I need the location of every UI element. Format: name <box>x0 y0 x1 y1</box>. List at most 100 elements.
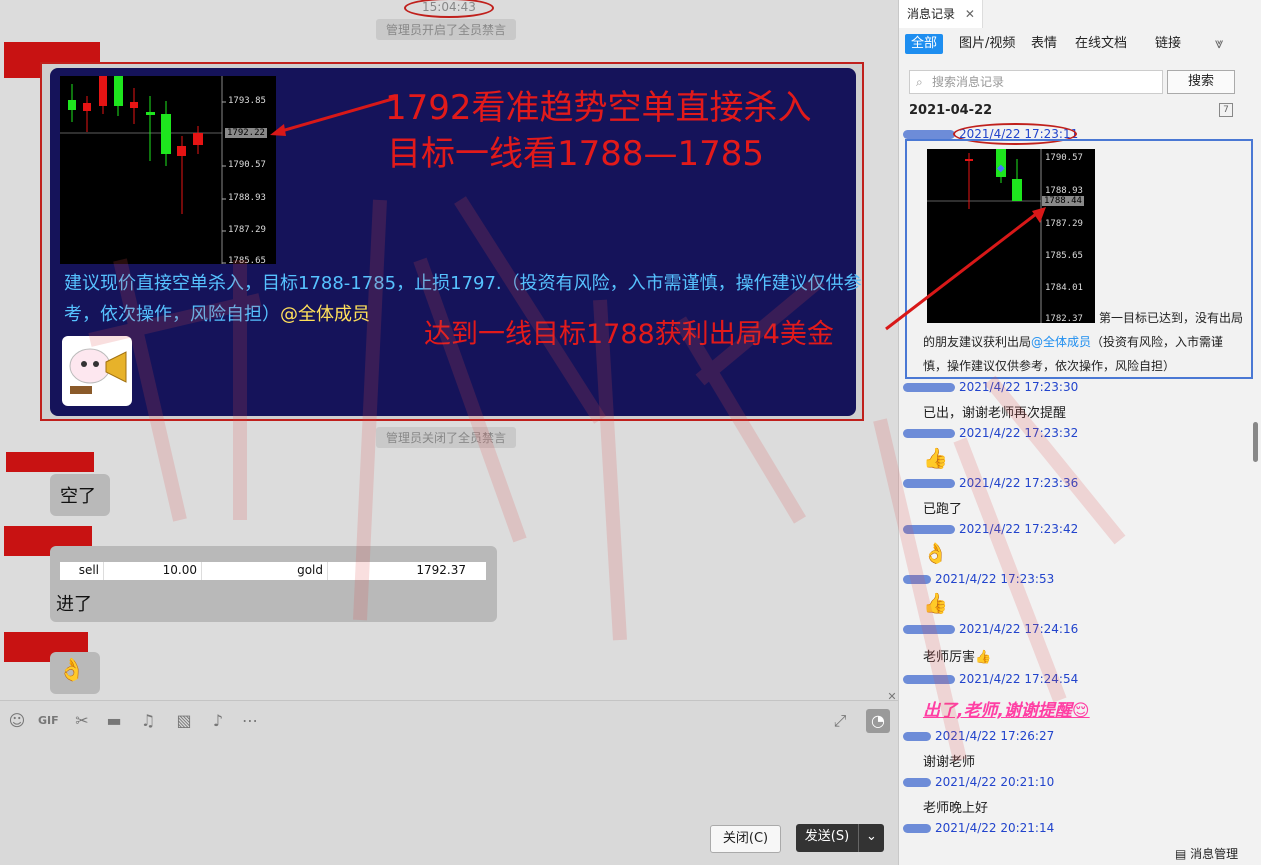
tab-message-history[interactable]: 消息记录 ✕ <box>899 0 983 28</box>
filter-docs[interactable]: 在线文档 <box>1069 34 1133 54</box>
history-entry-text: 已出，谢谢老师再次提醒 <box>923 406 1067 421</box>
history-entry-meta: 2021/4/22 17:24:54 <box>903 672 1078 686</box>
message-text: 进了 <box>56 594 92 615</box>
annotation-arrow-2 <box>885 207 1046 331</box>
chat-message-trade: sell 10.00 gold 1792.37 进了 <box>50 546 497 622</box>
entry-time: 2021/4/22 20:21:14 <box>935 821 1055 835</box>
price-label: 1788.93 <box>1045 186 1083 196</box>
history-entry-meta: 2021/4/22 17:23:36 <box>903 476 1078 490</box>
calendar-icon[interactable]: 7 <box>1219 103 1233 117</box>
history-search-input[interactable]: ⌕ 搜索消息记录 <box>909 70 1163 94</box>
history-search-button[interactable]: 搜索 <box>1167 70 1235 94</box>
filter-all[interactable]: 全部 <box>905 34 944 54</box>
message-history-panel: 消息记录 ✕ 全部 图片/视频 表情 在线文档 链接 ⩔ ⌕ 搜索消息记录 搜索… <box>898 0 1261 865</box>
close-tab-icon[interactable]: ✕ <box>965 7 975 21</box>
candle <box>114 76 123 106</box>
trade-order-row: sell 10.00 gold 1792.37 <box>60 562 486 580</box>
trade-side: sell <box>60 562 104 580</box>
teacher-message-bubble: 1793.85 1792.22 1790.57 1788.93 1787.29 … <box>50 68 862 416</box>
bell-icon[interactable]: ♪ <box>208 711 228 731</box>
history-entry-meta: 2021/4/22 20:21:14 <box>903 821 1054 835</box>
sender-name-redacted <box>6 452 94 472</box>
candle <box>68 100 76 110</box>
candle <box>146 112 155 115</box>
price-label: 1788.93 <box>228 193 266 203</box>
price-label: 1785.65 <box>228 256 266 264</box>
message-input[interactable]: 关闭(C) 发送(S) ⌄ <box>0 740 898 865</box>
thumbs-up-emoji: 👍 <box>923 446 948 470</box>
filter-media[interactable]: 图片/视频 <box>953 34 1021 54</box>
candlestick-chart-1[interactable]: 1793.85 1792.22 1790.57 1788.93 1787.29 … <box>60 76 276 264</box>
trade-lots: 10.00 <box>104 562 202 580</box>
search-icon: ⌕ <box>916 75 923 89</box>
price-label: 1790.57 <box>1045 153 1083 163</box>
entry-time: 2021/4/22 17:26:27 <box>935 729 1055 743</box>
at-all-mention[interactable]: @全体成员 <box>1031 335 1091 349</box>
chat-toolbar: ☺ GIF ✂ ▬ ♫ ▧ ♪ ⋯ ⤢ ◔ ✕ <box>0 690 898 740</box>
annotation-target: 目标一线看1788—1785 <box>387 134 765 174</box>
annotation-arrow-1 <box>270 96 397 136</box>
history-entry-meta: 2021/4/22 17:23:53 <box>903 572 1054 586</box>
image-icon[interactable]: ▧ <box>174 711 194 731</box>
scissors-icon[interactable]: ✂ <box>72 711 92 731</box>
ok-hand-emoji: 👌 <box>923 541 948 565</box>
annotation-profit: 达到一线目标1788获利出局4美金 <box>424 319 834 350</box>
svg-text:◆: ◆ <box>997 163 1005 174</box>
history-entry-text: 已跑了 <box>923 502 963 517</box>
candle <box>1012 179 1022 201</box>
message-text: 空了 <box>60 486 96 507</box>
cat-sticker-icon <box>69 348 127 394</box>
history-entry-text: 老师厉害👍 <box>923 650 992 665</box>
history-entry-meta: 2021/4/22 17:23:30 <box>903 380 1078 394</box>
filter-stickers[interactable]: 表情 <box>1025 34 1063 54</box>
ok-hand-emoji: 👌 <box>58 658 86 683</box>
filter-funnel-icon[interactable]: ⩔ <box>1215 34 1223 52</box>
candle <box>177 146 186 156</box>
candle <box>161 114 171 154</box>
time-highlight-ellipse <box>404 0 494 18</box>
price-label: 1784.01 <box>1045 283 1083 293</box>
current-price-label: 1792.22 <box>225 128 267 138</box>
trade-symbol: gold <box>202 562 328 580</box>
entry-time: 2021/4/22 20:21:10 <box>935 775 1055 789</box>
message-manage-button[interactable]: ▤ 消息管理 <box>1175 845 1238 862</box>
history-entry-text: 谢谢老师 <box>923 755 976 770</box>
candle <box>130 102 138 108</box>
sticker-cat-megaphone[interactable] <box>62 336 132 406</box>
history-clock-icon[interactable]: ◔ <box>866 709 890 733</box>
shake-icon[interactable]: ♫ <box>138 711 158 731</box>
history-entry-text: 老师晚上好 <box>923 801 989 816</box>
more-icon[interactable]: ⋯ <box>240 711 260 731</box>
price-label: 1785.65 <box>1045 251 1083 261</box>
expand-icon[interactable]: ⤢ <box>830 711 850 731</box>
history-date: 2021-04-22 <box>909 103 993 118</box>
history-entry-meta: 2021/4/22 17:26:27 <box>903 729 1054 743</box>
entry-time: 2021/4/22 17:24:54 <box>959 672 1079 686</box>
history-entry-meta: 2021/4/22 17:23:32 <box>903 426 1078 440</box>
send-options-chevron-icon[interactable]: ⌄ <box>858 824 884 852</box>
filter-links[interactable]: 链接 <box>1149 34 1187 54</box>
system-notice-mute-on: 管理员开启了全员禁言 <box>376 19 517 40</box>
smiley-icon[interactable]: ☺ <box>7 711 27 731</box>
tab-label: 消息记录 <box>907 7 956 21</box>
price-label: 1790.57 <box>228 160 266 170</box>
close-button[interactable]: 关闭(C) <box>710 825 781 853</box>
candle <box>83 103 91 111</box>
history-scrollbar[interactable] <box>1253 422 1258 462</box>
chat-pane: 15:04:43 管理员开启了全员禁言 1793.85 1792.22 1790… <box>0 0 898 700</box>
price-label: 1793.85 <box>228 96 266 106</box>
history-entry-meta: 2021/4/22 20:21:10 <box>903 775 1054 789</box>
gif-icon[interactable]: GIF <box>38 711 59 731</box>
entry-time: 2021/4/22 17:23:36 <box>959 476 1079 490</box>
entry-time: 2021/4/22 17:23:30 <box>959 380 1079 394</box>
at-all-mention[interactable]: @全体成员 <box>280 304 370 325</box>
send-button[interactable]: 发送(S) <box>796 824 858 852</box>
entry-time: 2021/4/22 17:23:32 <box>959 426 1079 440</box>
folder-icon[interactable]: ▬ <box>104 711 124 731</box>
thumbs-up-emoji: 👍 <box>923 591 948 615</box>
message-manage-label: 消息管理 <box>1190 847 1239 861</box>
candle <box>965 159 973 161</box>
message-manage-icon: ▤ <box>1175 847 1187 861</box>
chat-message: 空了 <box>50 474 110 516</box>
trade-price: 1792.37 <box>416 563 466 577</box>
